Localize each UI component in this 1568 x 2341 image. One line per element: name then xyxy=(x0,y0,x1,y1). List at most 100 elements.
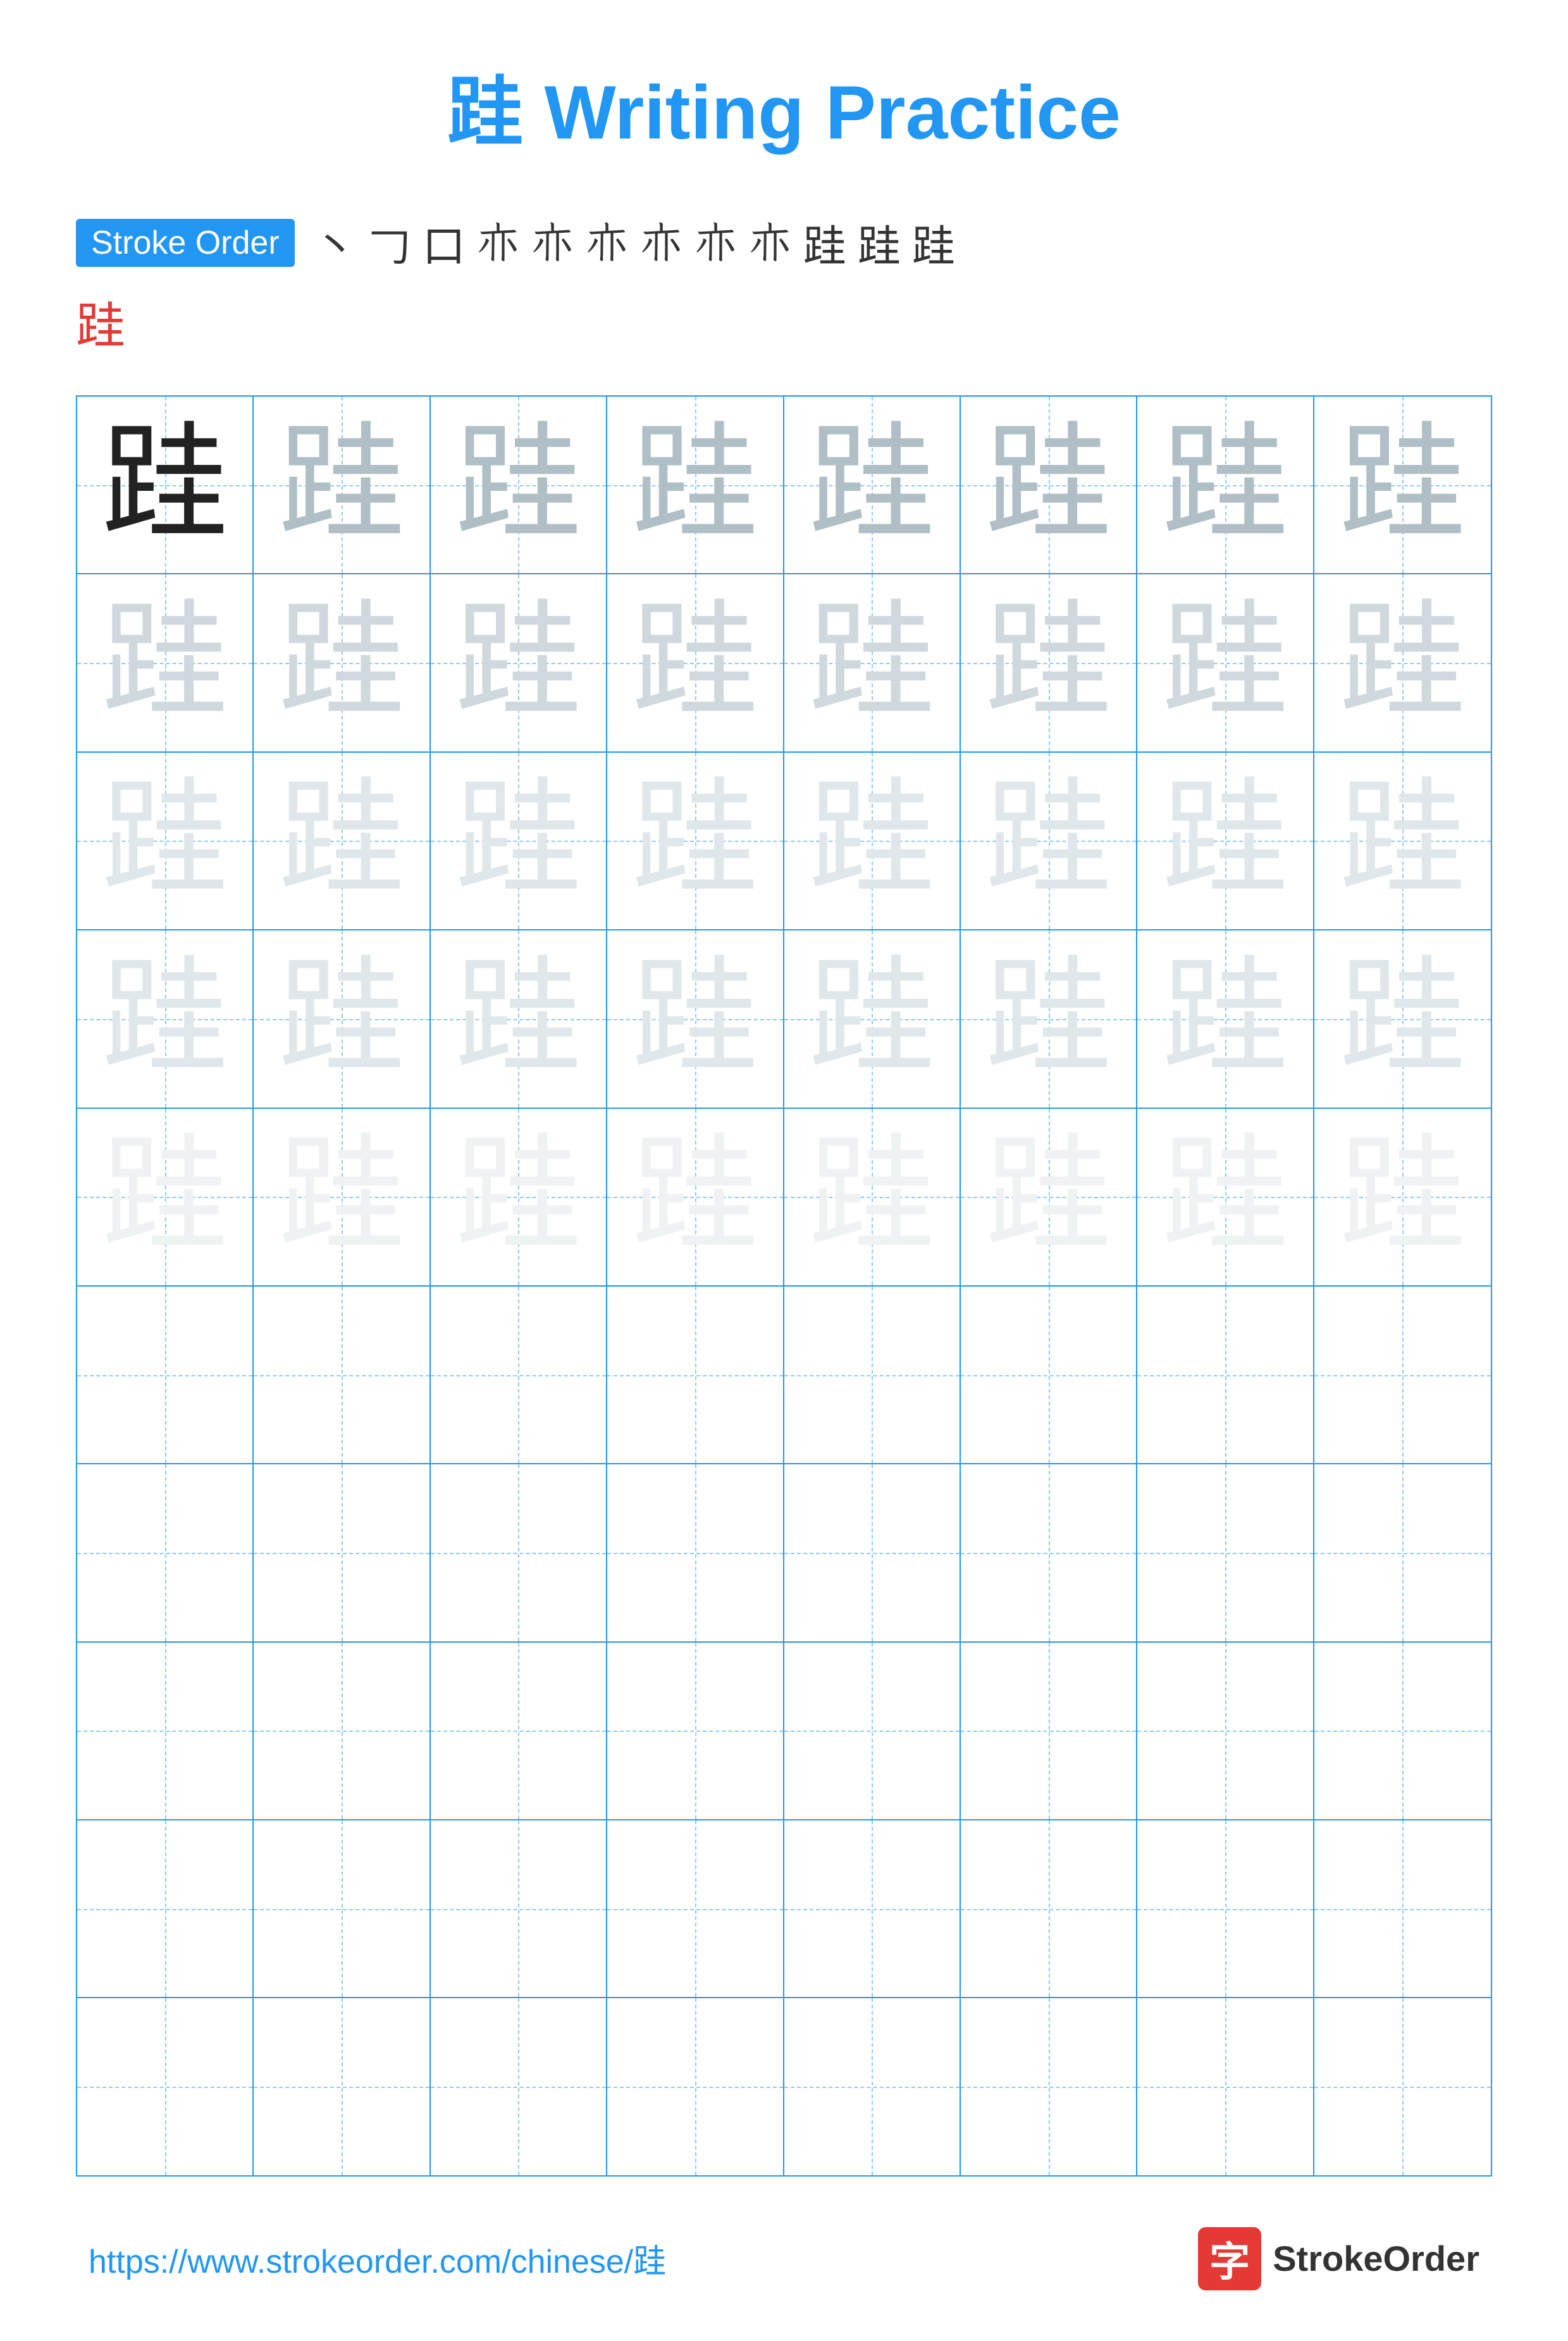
cell-8-3 xyxy=(431,1643,607,1819)
cell-6-3 xyxy=(431,1287,607,1463)
practice-char: 跬 xyxy=(632,777,758,904)
cell-3-3: 跬 xyxy=(431,753,607,929)
cell-8-7 xyxy=(1137,1643,1314,1819)
practice-char: 跬 xyxy=(985,777,1112,904)
cell-2-3: 跬 xyxy=(431,574,607,751)
cell-10-3 xyxy=(431,1998,607,2175)
cell-3-1: 跬 xyxy=(77,753,254,929)
cell-5-7: 跬 xyxy=(1137,1109,1314,1285)
final-stroke-char: 跬 xyxy=(76,287,125,357)
cell-1-7: 跬 xyxy=(1137,397,1314,573)
footer-logo: 字 xyxy=(1198,2227,1261,2290)
stroke-11: 跬 xyxy=(858,211,901,274)
cell-1-5: 跬 xyxy=(784,397,961,573)
cell-8-6 xyxy=(961,1643,1137,1819)
cell-9-7 xyxy=(1137,1820,1314,1997)
cell-8-5 xyxy=(784,1643,961,1819)
cell-8-8 xyxy=(1314,1643,1491,1819)
cell-5-3: 跬 xyxy=(431,1109,607,1285)
practice-char: 跬 xyxy=(1339,600,1466,726)
cell-1-4: 跬 xyxy=(607,397,784,573)
cell-5-4: 跬 xyxy=(607,1109,784,1285)
grid-row-9 xyxy=(77,1820,1491,1998)
cell-9-5 xyxy=(784,1820,961,1997)
cell-10-6 xyxy=(961,1998,1137,2175)
practice-char: 跬 xyxy=(1162,956,1288,1082)
stroke-9: 𰁜 xyxy=(749,218,792,268)
practice-char: 跬 xyxy=(455,1133,581,1260)
practice-char: 跬 xyxy=(808,600,935,726)
practice-char: 跬 xyxy=(1162,777,1288,904)
cell-7-5 xyxy=(784,1464,961,1641)
cell-6-5 xyxy=(784,1287,961,1463)
cell-9-4 xyxy=(607,1820,784,1997)
cell-1-6: 跬 xyxy=(961,397,1137,573)
cell-8-2 xyxy=(254,1643,430,1819)
cell-9-1 xyxy=(77,1820,254,1997)
cell-3-6: 跬 xyxy=(961,753,1137,929)
cell-4-5: 跬 xyxy=(784,930,961,1107)
footer-url: https://www.strokeorder.com/chinese/跬 xyxy=(89,2235,666,2282)
grid-row-5: 跬 跬 跬 跬 跬 跬 跬 跬 xyxy=(77,1109,1491,1287)
practice-char: 跬 xyxy=(808,777,935,904)
cell-7-4 xyxy=(607,1464,784,1641)
practice-char: 跬 xyxy=(632,956,758,1082)
practice-char: 跬 xyxy=(1162,1133,1288,1260)
cell-2-8: 跬 xyxy=(1314,574,1491,751)
grid-row-10 xyxy=(77,1998,1491,2175)
cell-5-6: 跬 xyxy=(961,1109,1137,1285)
practice-char: 跬 xyxy=(985,600,1112,726)
practice-char: 跬 xyxy=(985,956,1112,1082)
cell-4-7: 跬 xyxy=(1137,930,1314,1107)
cell-9-6 xyxy=(961,1820,1137,1997)
cell-7-2 xyxy=(254,1464,430,1641)
cell-1-3: 跬 xyxy=(431,397,607,573)
practice-char: 跬 xyxy=(1339,777,1466,904)
cell-7-6 xyxy=(961,1464,1137,1641)
practice-char: 跬 xyxy=(632,600,758,726)
stroke-1: 丶 xyxy=(314,211,357,274)
cell-2-4: 跬 xyxy=(607,574,784,751)
cell-2-2: 跬 xyxy=(254,574,430,751)
grid-row-1: 跬 跬 跬 跬 跬 跬 跬 跬 xyxy=(77,397,1491,574)
practice-char: 跬 xyxy=(102,1133,228,1260)
stroke-order-row: Stroke Order 丶 𠃌 口 𰁜 𰁜 𰁜 𰁜 𰁜 𰁜 跬 跬 跬 xyxy=(76,211,1492,274)
grid-row-2: 跬 跬 跬 跬 跬 跬 跬 跬 xyxy=(77,574,1491,752)
cell-10-5 xyxy=(784,1998,961,2175)
cell-4-6: 跬 xyxy=(961,930,1137,1107)
page-title: 跬 Writing Practice xyxy=(447,51,1121,161)
cell-4-8: 跬 xyxy=(1314,930,1491,1107)
cell-5-5: 跬 xyxy=(784,1109,961,1285)
cell-4-3: 跬 xyxy=(431,930,607,1107)
stroke-8: 𰁜 xyxy=(694,218,738,268)
cell-7-8 xyxy=(1314,1464,1491,1641)
cell-6-4 xyxy=(607,1287,784,1463)
stroke-7: 𰁜 xyxy=(640,218,683,268)
practice-char: 跬 xyxy=(455,600,581,726)
practice-char: 跬 xyxy=(102,956,228,1082)
practice-char: 跬 xyxy=(985,1133,1112,1260)
practice-char: 跬 xyxy=(278,600,405,726)
practice-char: 跬 xyxy=(1339,956,1466,1082)
practice-char: 跬 xyxy=(455,777,581,904)
cell-6-7 xyxy=(1137,1287,1314,1463)
cell-5-8: 跬 xyxy=(1314,1109,1491,1285)
cell-7-7 xyxy=(1137,1464,1314,1641)
stroke-order-label: Stroke Order xyxy=(76,219,295,267)
practice-char: 跬 xyxy=(632,422,758,548)
grid-row-3: 跬 跬 跬 跬 跬 跬 跬 跬 xyxy=(77,753,1491,930)
cell-6-6 xyxy=(961,1287,1137,1463)
cell-8-1 xyxy=(77,1643,254,1819)
practice-char: 跬 xyxy=(102,600,228,726)
grid-row-7 xyxy=(77,1464,1491,1642)
cell-1-8: 跬 xyxy=(1314,397,1491,573)
practice-char: 跬 xyxy=(808,1133,935,1260)
grid-row-8 xyxy=(77,1643,1491,1820)
cell-3-5: 跬 xyxy=(784,753,961,929)
cell-1-2: 跬 xyxy=(254,397,430,573)
practice-char: 跬 xyxy=(278,422,405,548)
stroke-6: 𰁜 xyxy=(586,218,629,268)
stroke-order-section: Stroke Order 丶 𠃌 口 𰁜 𰁜 𰁜 𰁜 𰁜 𰁜 跬 跬 跬 跬 xyxy=(76,211,1492,357)
stroke-2: 𠃌 xyxy=(368,211,411,274)
cell-10-4 xyxy=(607,1998,784,2175)
